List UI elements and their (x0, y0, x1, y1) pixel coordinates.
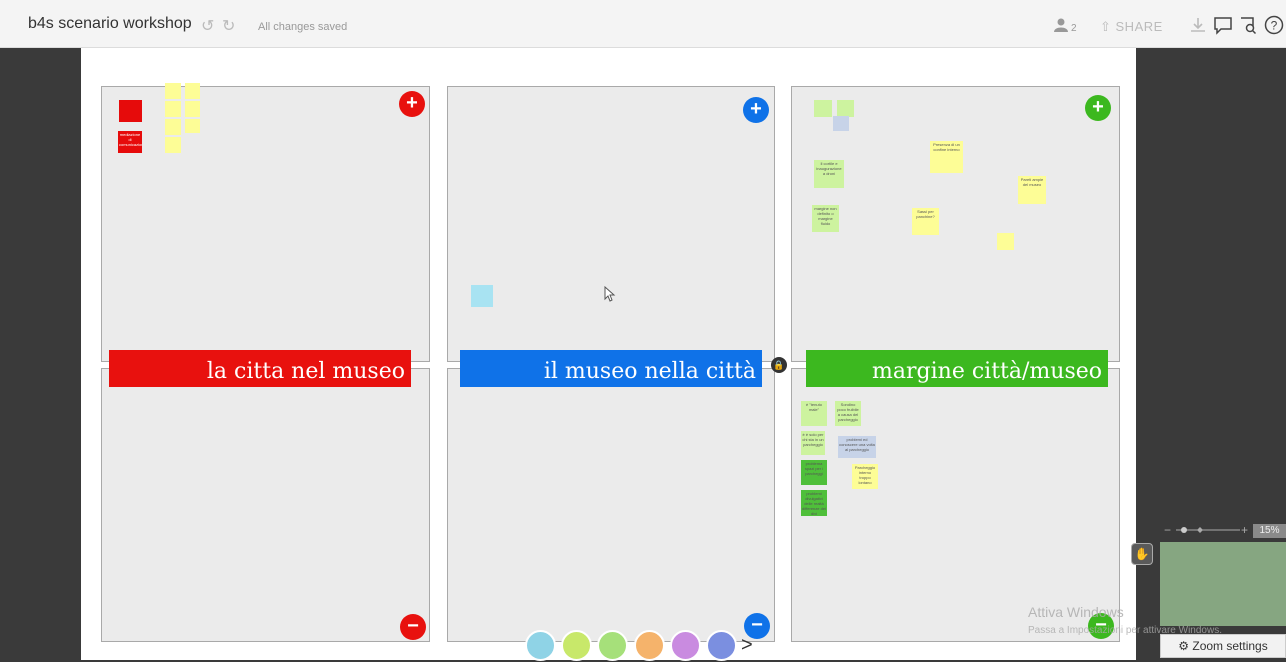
sticky-note[interactable] (471, 285, 493, 307)
lock-icon[interactable]: 🔒 (771, 357, 787, 373)
sticky-note[interactable] (165, 119, 181, 135)
sticky-note[interactable] (119, 100, 142, 122)
sticky-note[interactable] (165, 101, 181, 117)
sticky-note[interactable]: Il cortile e inaugurazione a droni (814, 160, 844, 188)
sticky-note[interactable] (185, 101, 200, 117)
remove-button-red[interactable]: − (400, 614, 426, 640)
sticky-note[interactable]: è "tenuto male" (801, 401, 827, 426)
comment-icon[interactable] (1213, 15, 1233, 35)
zoom-slider[interactable]: − + (1162, 522, 1250, 538)
minimap[interactable] (1160, 542, 1286, 626)
add-button-red[interactable]: + (399, 91, 425, 117)
gear-icon: ⚙ (1178, 639, 1190, 653)
upload-icon: ⇧ (1100, 19, 1116, 34)
sticky-note[interactable]: Sondino poco fruibile a causa del parche… (835, 401, 861, 426)
dolphin-icon[interactable] (706, 630, 737, 661)
sticky-note[interactable] (833, 116, 849, 131)
share-button[interactable]: ⇧ SHARE (1100, 19, 1163, 35)
sticky-note[interactable] (837, 100, 854, 117)
save-status: All changes saved (258, 21, 348, 33)
sticky-note[interactable] (185, 119, 200, 133)
zoom-percent[interactable]: 15% (1253, 524, 1286, 538)
bee-icon[interactable] (597, 630, 628, 661)
sticky-note[interactable]: Pareti ampie del museo (1018, 176, 1046, 204)
mouse-cursor-icon (604, 286, 616, 302)
banner-city-in-museum[interactable]: la citta nel museo (109, 350, 411, 387)
sticky-note[interactable]: Sassi per panchine? (912, 208, 939, 235)
sticky-note[interactable]: mediazione di comunicazione (118, 131, 142, 153)
sticky-note[interactable] (165, 83, 181, 99)
share-label: SHARE (1115, 19, 1163, 34)
top-bar: b4s scenario workshop ↺ ↻ All changes sa… (0, 0, 1286, 48)
svg-text:+: + (1241, 523, 1248, 537)
sticky-note[interactable]: Presenza di un confine interno (930, 141, 963, 173)
sticky-note[interactable] (997, 233, 1014, 250)
sticky-note[interactable]: problema spazi per i parcheggi (801, 460, 827, 485)
banner-museum-in-city[interactable]: il museo nella città (460, 350, 762, 387)
frame-bottom-center[interactable] (447, 368, 775, 642)
add-button-green[interactable]: + (1085, 95, 1111, 121)
cat-icon[interactable] (634, 630, 665, 661)
sticky-note[interactable]: Parcheggio interno troppo lontano (852, 464, 878, 489)
frame-top-left[interactable] (101, 86, 430, 362)
sticky-note[interactable] (814, 100, 832, 117)
frame-bottom-left[interactable] (101, 368, 430, 642)
zoom-settings-label: Zoom settings (1192, 639, 1268, 653)
zoom-settings-button[interactable]: ⚙ Zoom settings (1160, 634, 1286, 658)
robot-icon[interactable] (561, 630, 592, 661)
sticky-note[interactable] (185, 83, 200, 99)
redo-icon[interactable]: ↻ (222, 16, 235, 36)
shrimp-icon[interactable] (670, 630, 701, 661)
sticky-note[interactable] (165, 137, 181, 153)
svg-text:?: ? (1271, 19, 1278, 33)
hand-icon[interactable]: ✋ (1131, 543, 1153, 565)
watermark-title: Attiva Windows (1028, 604, 1124, 620)
user-icon[interactable] (1054, 18, 1068, 32)
frame-top-center[interactable] (447, 86, 775, 362)
download-icon[interactable] (1188, 15, 1208, 35)
sticky-note[interactable]: è è solo per chi sta in un parcheggio (801, 431, 825, 455)
help-icon[interactable]: ? (1264, 15, 1284, 35)
fish-icon[interactable] (525, 630, 556, 661)
sticky-note[interactable]: margine non definito o margine fluido (812, 205, 839, 232)
banner-city-museum-border[interactable]: margine città/museo (806, 350, 1108, 387)
board-title[interactable]: b4s scenario workshop (28, 15, 192, 33)
user-count: 2 (1071, 23, 1077, 34)
sticky-note[interactable]: problemi ed conoscere una volta al parch… (838, 436, 876, 458)
sticky-note[interactable]: problemi divulgativi delle realtà differ… (801, 490, 827, 516)
undo-icon[interactable]: ↺ (201, 16, 214, 36)
add-button-blue[interactable]: + (743, 97, 769, 123)
svg-text:−: − (1164, 523, 1171, 537)
find-icon[interactable] (1238, 15, 1258, 35)
chevron-right-icon[interactable]: > (741, 634, 753, 657)
